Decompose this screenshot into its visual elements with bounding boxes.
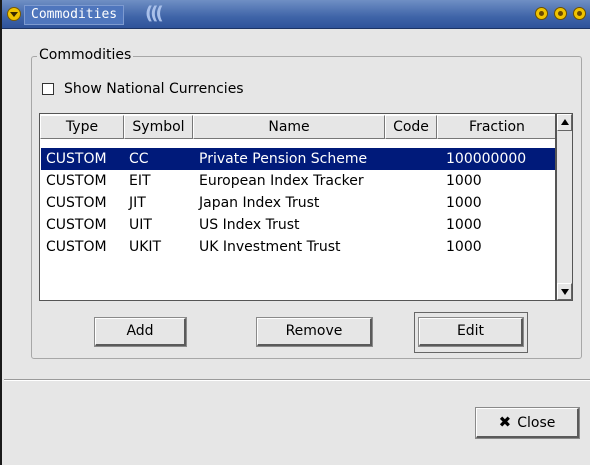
cell-type: CUSTOM — [46, 195, 107, 211]
column-header-name[interactable]: Name — [193, 115, 385, 139]
edit-button[interactable]: Edit — [418, 317, 524, 347]
table-row[interactable]: CUSTOM JIT Japan Index Trust 1000 — [41, 192, 555, 214]
table-row[interactable]: CUSTOM UKIT UK Investment Trust 1000 — [41, 236, 555, 258]
cell-fraction: 1000 — [446, 239, 482, 255]
close-button[interactable]: ✖ Close — [475, 407, 580, 439]
cell-fraction: 100000000 — [446, 151, 527, 167]
window-menu-icon[interactable] — [7, 7, 21, 21]
title-bar[interactable]: Commodities ((( — [2, 0, 590, 29]
add-button[interactable]: Add — [94, 317, 187, 347]
close-button-label: Close — [517, 415, 556, 431]
cell-symbol: UIT — [129, 217, 152, 233]
cell-name: Japan Index Trust — [199, 195, 320, 211]
table-row[interactable]: CUSTOM CC Private Pension Scheme 1000000… — [41, 148, 555, 170]
show-national-currencies-label[interactable]: Show National Currencies — [64, 79, 244, 99]
scroll-up-arrow-icon[interactable] — [557, 114, 572, 131]
list-vertical-scrollbar[interactable] — [556, 113, 573, 301]
cell-name: Private Pension Scheme — [199, 151, 368, 167]
cell-name: UK Investment Trust — [199, 239, 341, 255]
cell-symbol: UKIT — [129, 239, 162, 255]
cell-name: US Index Trust — [199, 217, 300, 233]
dialog-separator — [4, 379, 590, 381]
cell-symbol: CC — [129, 151, 149, 167]
scroll-down-arrow-icon[interactable] — [557, 283, 572, 300]
show-national-currencies-checkbox[interactable] — [42, 83, 54, 95]
commodities-list[interactable]: Type Symbol Name Code Fraction CUSTOM CC… — [39, 113, 556, 301]
cell-symbol: JIT — [129, 195, 146, 211]
close-x-icon: ✖ — [498, 413, 512, 431]
cell-symbol: EIT — [129, 173, 151, 189]
cell-type: CUSTOM — [46, 217, 107, 233]
groupbox-label: Commodities — [37, 47, 134, 63]
cell-type: CUSTOM — [46, 151, 107, 167]
commodities-window: Commodities ((( Commodities Show Nationa… — [0, 0, 590, 465]
column-header-symbol[interactable]: Symbol — [124, 115, 193, 139]
table-row[interactable]: CUSTOM UIT US Index Trust 1000 — [41, 214, 555, 236]
cell-name: European Index Tracker — [199, 173, 364, 189]
close-icon[interactable] — [573, 7, 586, 20]
cell-fraction: 1000 — [446, 195, 482, 211]
cell-type: CUSTOM — [46, 239, 107, 255]
cell-fraction: 1000 — [446, 217, 482, 233]
remove-button[interactable]: Remove — [256, 317, 373, 347]
table-row[interactable]: CUSTOM EIT European Index Tracker 1000 — [41, 170, 555, 192]
column-header-type[interactable]: Type — [40, 115, 124, 139]
title-bar-decoration: ((( — [145, 3, 164, 24]
column-header-fraction[interactable]: Fraction — [437, 115, 555, 139]
list-header: Type Symbol Name Code Fraction — [40, 115, 555, 140]
cell-fraction: 1000 — [446, 173, 482, 189]
maximize-icon[interactable] — [554, 7, 567, 20]
column-header-code[interactable]: Code — [385, 115, 437, 139]
window-title: Commodities — [24, 5, 125, 25]
cell-type: CUSTOM — [46, 173, 107, 189]
minimize-icon[interactable] — [535, 7, 548, 20]
